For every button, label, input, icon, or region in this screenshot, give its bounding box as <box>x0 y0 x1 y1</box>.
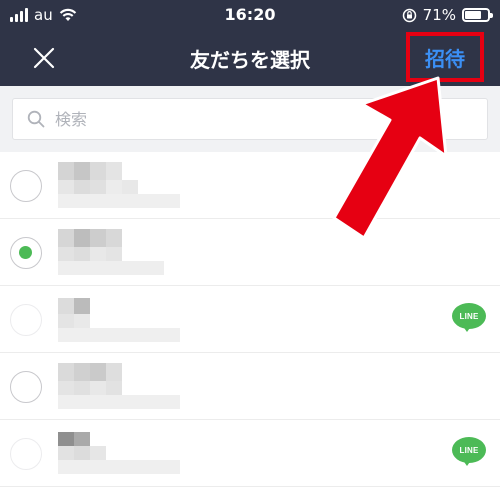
blurred-name <box>46 363 186 411</box>
blurred-name <box>46 229 186 277</box>
blurred-name <box>46 162 186 210</box>
status-bar: au 16:20 71% <box>0 0 500 30</box>
red-arrow-annotation <box>332 76 448 240</box>
search-icon <box>27 110 45 128</box>
orientation-lock-icon <box>402 8 416 22</box>
battery-icon <box>462 8 493 22</box>
line-badge-icon: LINE <box>452 437 486 467</box>
close-icon <box>33 47 55 69</box>
close-button[interactable] <box>26 40 62 76</box>
line-badge-icon: LINE <box>452 303 486 333</box>
select-radio[interactable] <box>10 438 42 470</box>
select-radio[interactable] <box>10 371 42 403</box>
status-right: 71% <box>402 6 493 24</box>
friend-row[interactable] <box>0 353 500 420</box>
battery-percent: 71% <box>422 6 456 24</box>
friend-row[interactable]: LINE <box>0 286 500 353</box>
select-radio[interactable] <box>10 304 42 336</box>
blurred-name <box>46 430 186 478</box>
friend-row[interactable]: LINE <box>0 420 500 487</box>
select-radio[interactable] <box>10 237 42 269</box>
blurred-name <box>46 296 186 344</box>
select-radio[interactable] <box>10 170 42 202</box>
